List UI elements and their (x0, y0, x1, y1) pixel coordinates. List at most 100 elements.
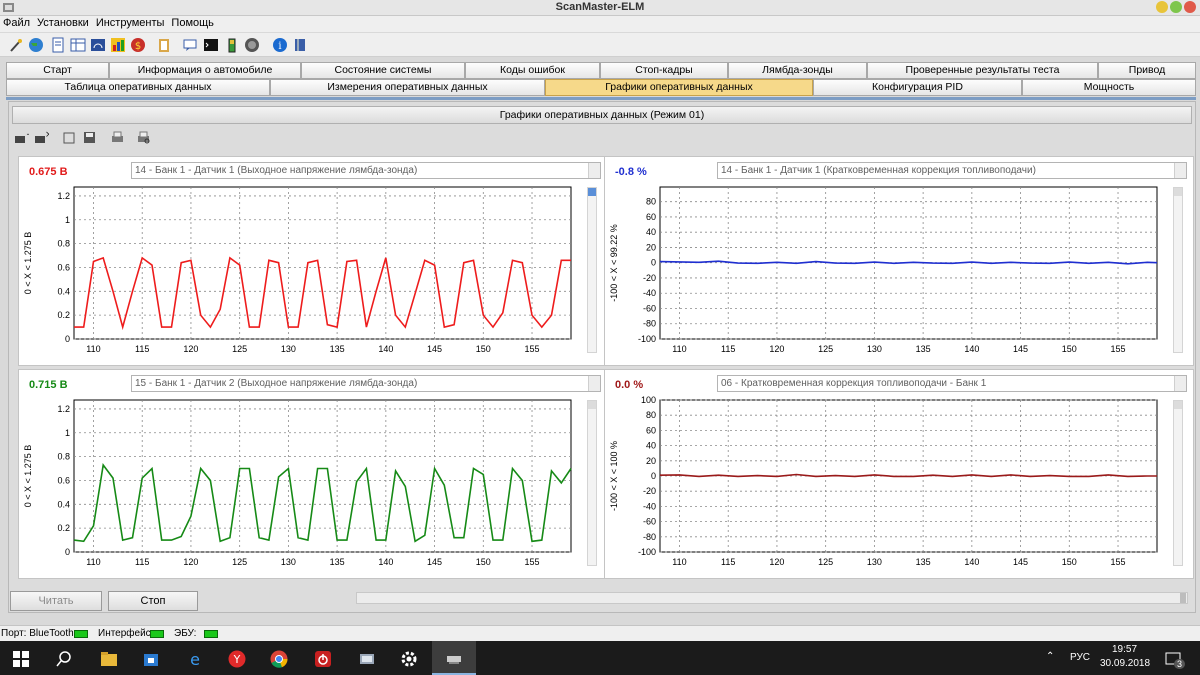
x-tick-label: 110 (86, 557, 100, 567)
scroll-thumb[interactable] (1174, 401, 1182, 409)
tab-top-4[interactable]: Стоп-кадры (600, 62, 728, 79)
chevron-down-icon[interactable] (588, 163, 600, 178)
terminal-icon[interactable] (203, 37, 219, 53)
battery-icon[interactable] (224, 37, 240, 53)
print-icon[interactable] (110, 130, 125, 145)
pid-select-label: 14 - Банк 1 - Датчик 1 (Выходное напряже… (135, 165, 418, 176)
windows-start-icon[interactable] (12, 650, 30, 668)
search-icon[interactable] (55, 650, 73, 668)
table-icon[interactable] (70, 37, 86, 53)
menu-help[interactable]: Помощь (168, 16, 218, 29)
tab-bottom-3[interactable]: Конфигурация PID (813, 79, 1022, 96)
y-tick-label: 1 (65, 215, 70, 225)
x-tick-label: 125 (232, 344, 247, 354)
tab-bottom-0[interactable]: Таблица оперативных данных (6, 79, 270, 96)
chart-icon[interactable] (110, 37, 126, 53)
interface-status: Интерфейс (98, 628, 151, 639)
language-indicator[interactable]: РУС (1070, 652, 1090, 663)
graph-window-2: 80 60 40 20 0 -20 -40 -60 -80 -100 110 115 120 125 130… (604, 156, 1194, 366)
x-tick-label: 135 (330, 344, 345, 354)
tab-top-7[interactable]: Привод (1098, 62, 1196, 79)
y-tick-label: -40 (643, 501, 656, 511)
vertical-scrollbar[interactable] (587, 400, 597, 566)
y-tick-label: 1.2 (57, 191, 70, 201)
document-icon[interactable] (50, 37, 66, 53)
tab-top-3[interactable]: Коды ошибок (465, 62, 600, 79)
y-tick-label: 40 (646, 441, 656, 451)
menu-tools[interactable]: Инструменты (93, 16, 169, 29)
menu-settings[interactable]: Установки (34, 16, 93, 29)
x-tick-label: 135 (916, 557, 931, 567)
pid-select-label: 15 - Банк 1 - Датчик 2 (Выходное напряже… (135, 378, 418, 389)
maximize-button[interactable] (1170, 1, 1182, 13)
tab-top-5[interactable]: Лямбда-зонды (728, 62, 867, 79)
print-preview-icon[interactable] (136, 130, 151, 145)
add-graph-icon[interactable]: + (14, 130, 29, 145)
horizontal-scrollbar[interactable] (356, 592, 1188, 604)
active-app-highlight[interactable] (432, 641, 476, 675)
chevron-down-icon[interactable] (1174, 376, 1186, 391)
chevron-up-icon[interactable]: ⌃ (1046, 651, 1054, 662)
pid-select[interactable]: 14 - Банк 1 - Датчик 1 (Кратковременная … (717, 162, 1187, 179)
clock-time[interactable]: 19:57 (1112, 644, 1137, 655)
scroll-thumb[interactable] (588, 188, 596, 196)
settings-gear-icon[interactable] (400, 650, 418, 668)
file-explorer-icon[interactable] (100, 650, 118, 668)
chart-3: 0 0.2 0.4 0.6 0.8 1 1.2 110 115 120 125 130 135 140 14… (23, 399, 572, 567)
close-button[interactable] (1184, 1, 1196, 13)
gauge-icon[interactable] (90, 37, 106, 53)
range-label: 0 < X < 1.275 В (23, 232, 33, 295)
taskbar: e Y ⌃ РУС 19:57 30.09.2018 3 (0, 641, 1200, 675)
y-tick-label: 0.6 (57, 262, 70, 272)
pid-select[interactable]: 06 - Кратковременная коррекция топливопо… (717, 375, 1187, 392)
store-icon[interactable] (142, 650, 160, 668)
dollar-icon[interactable]: $ (130, 37, 146, 53)
minimize-button[interactable] (1156, 1, 1168, 13)
x-tick-label: 115 (721, 557, 735, 567)
scroll-thumb[interactable] (1174, 188, 1182, 196)
globe-icon[interactable] (28, 37, 44, 53)
y-tick-label: -60 (643, 517, 656, 527)
x-tick-label: 130 (281, 557, 296, 567)
graph-window-1: 0 0.2 0.4 0.6 0.8 1 1.2 110 115 120 125 130 135 140 14… (18, 156, 608, 366)
wand-icon[interactable] (8, 37, 24, 53)
x-tick-label: 145 (427, 344, 442, 354)
read-button[interactable]: Читать (10, 591, 102, 611)
power-app-icon[interactable] (314, 650, 332, 668)
chat-icon[interactable] (182, 37, 198, 53)
info-icon[interactable]: i (272, 37, 288, 53)
tab-top-2[interactable]: Состояние системы (301, 62, 465, 79)
clipboard-icon[interactable] (156, 37, 172, 53)
pid-select[interactable]: 15 - Банк 1 - Датчик 2 (Выходное напряже… (131, 375, 601, 392)
svg-text:$: $ (135, 41, 141, 52)
menu-file[interactable]: Файл (0, 16, 34, 29)
pid-select[interactable]: 14 - Банк 1 - Датчик 1 (Выходное напряже… (131, 162, 601, 179)
tab-top-0[interactable]: Старт (6, 62, 109, 79)
chevron-down-icon[interactable] (1174, 163, 1186, 178)
chevron-down-icon[interactable] (588, 376, 600, 391)
vertical-scrollbar[interactable] (587, 187, 597, 353)
tab-bottom-1[interactable]: Измерения оперативных данных (270, 79, 545, 96)
y-tick-label: -40 (643, 288, 656, 298)
x-tick-label: 150 (476, 344, 491, 354)
yandex-browser-icon[interactable]: Y (228, 650, 246, 668)
tab-top-1[interactable]: Информация о автомобиле (109, 62, 301, 79)
vertical-scrollbar[interactable] (1173, 187, 1183, 353)
scroll-thumb[interactable] (588, 401, 596, 409)
save-icon[interactable] (82, 130, 97, 145)
scroll-thumb[interactable] (1180, 593, 1186, 603)
stop-button[interactable]: Стоп (108, 591, 198, 611)
tab-bottom-2[interactable]: Графики оперативных данных (545, 79, 813, 96)
chrome-icon[interactable] (270, 650, 288, 668)
edge-icon[interactable]: e (186, 650, 204, 668)
power-icon[interactable] (244, 37, 260, 53)
graph-window-4: 100 80 60 40 20 0 -20 -40 -60 -80 -100 110 115 120 125… (604, 369, 1194, 579)
remove-graph-icon[interactable]: × (34, 130, 49, 145)
clock-date[interactable]: 30.09.2018 (1100, 658, 1150, 669)
book-icon[interactable] (292, 37, 308, 53)
tab-bottom-4[interactable]: Мощность (1022, 79, 1196, 96)
tab-top-6[interactable]: Проверенные результаты теста (867, 62, 1098, 79)
open-icon[interactable] (62, 130, 77, 145)
scanmaster-icon[interactable] (358, 650, 376, 668)
vertical-scrollbar[interactable] (1173, 400, 1183, 566)
